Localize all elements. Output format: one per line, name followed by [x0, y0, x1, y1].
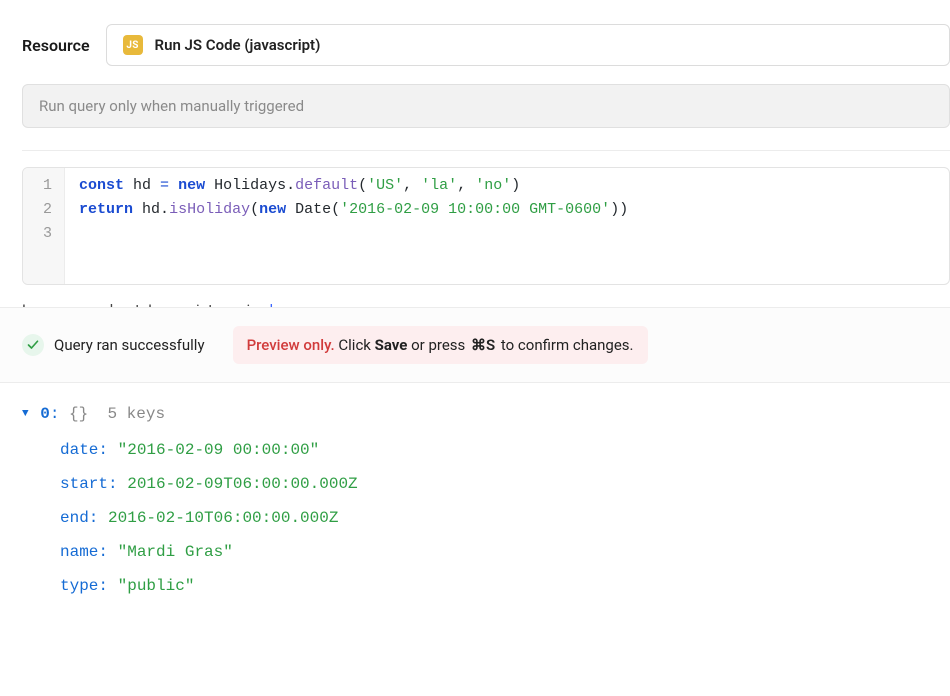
result-key: date: — [60, 441, 108, 459]
code-editor[interactable]: 1 2 3 const hd = new Holidays.default('U… — [22, 167, 950, 285]
code-area[interactable]: const hd = new Holidays.default('US', 'l… — [65, 168, 642, 284]
preview-only-label: Preview only. — [247, 336, 335, 354]
divider — [22, 150, 950, 151]
result-key: end: — [60, 509, 98, 527]
trigger-row: Run query only when manually triggered — [0, 84, 950, 128]
result-value: "Mardi Gras" — [118, 543, 233, 561]
result-key: type: — [60, 577, 108, 595]
result-root-row[interactable]: ▼ 0: {} 5 keys — [22, 397, 950, 433]
trigger-mode-select[interactable]: Run query only when manually triggered — [22, 84, 950, 128]
trigger-mode-value: Run query only when manually triggered — [39, 97, 304, 115]
disclosure-triangle-icon[interactable]: ▼ — [22, 397, 29, 431]
js-icon: JS — [123, 35, 143, 55]
result-braces: {} — [69, 405, 88, 423]
result-key: name: — [60, 543, 108, 561]
status-bar: Query ran successfully Preview only. Cli… — [0, 307, 950, 383]
resource-select[interactable]: JS Run JS Code (javascript) — [106, 24, 950, 66]
result-property-row[interactable]: type: "public" — [22, 569, 950, 603]
save-hint: Click Save or press ⌘S to confirm change… — [338, 336, 633, 354]
line-number: 3 — [43, 222, 52, 246]
result-property-row[interactable]: start: 2016-02-09T06:00:00.000Z — [22, 467, 950, 501]
result-property-row[interactable]: name: "Mardi Gras" — [22, 535, 950, 569]
result-value: 2016-02-09T06:00:00.000Z — [127, 475, 357, 493]
learn-more-link[interactable]: here — [270, 301, 299, 307]
resource-select-value: Run JS Code (javascript) — [155, 36, 321, 54]
result-value: 2016-02-10T06:00:00.000Z — [108, 509, 338, 527]
line-number-gutter: 1 2 3 — [23, 168, 65, 284]
result-property-row[interactable]: end: 2016-02-10T06:00:00.000Z — [22, 501, 950, 535]
result-value: "2016-02-09 00:00:00" — [118, 441, 320, 459]
line-number: 1 — [43, 174, 52, 198]
status-message: Query ran successfully — [54, 336, 205, 354]
success-check-icon — [22, 334, 44, 356]
resource-label: Resource — [22, 36, 90, 55]
resource-row: Resource JS Run JS Code (javascript) — [0, 0, 950, 84]
shortcut-key: ⌘S — [471, 336, 495, 354]
result-keys-count: 5 keys — [107, 405, 165, 423]
result-inspector: ▼ 0: {} 5 keys date: "2016-02-09 00:00:0… — [0, 383, 950, 603]
result-index: 0 — [40, 405, 50, 423]
preview-warning: Preview only. Click Save or press ⌘S to … — [233, 326, 648, 364]
result-property-row[interactable]: date: "2016-02-09 00:00:00" — [22, 433, 950, 467]
result-value: "public" — [118, 577, 195, 595]
result-key: start: — [60, 475, 118, 493]
line-number: 2 — [43, 198, 52, 222]
